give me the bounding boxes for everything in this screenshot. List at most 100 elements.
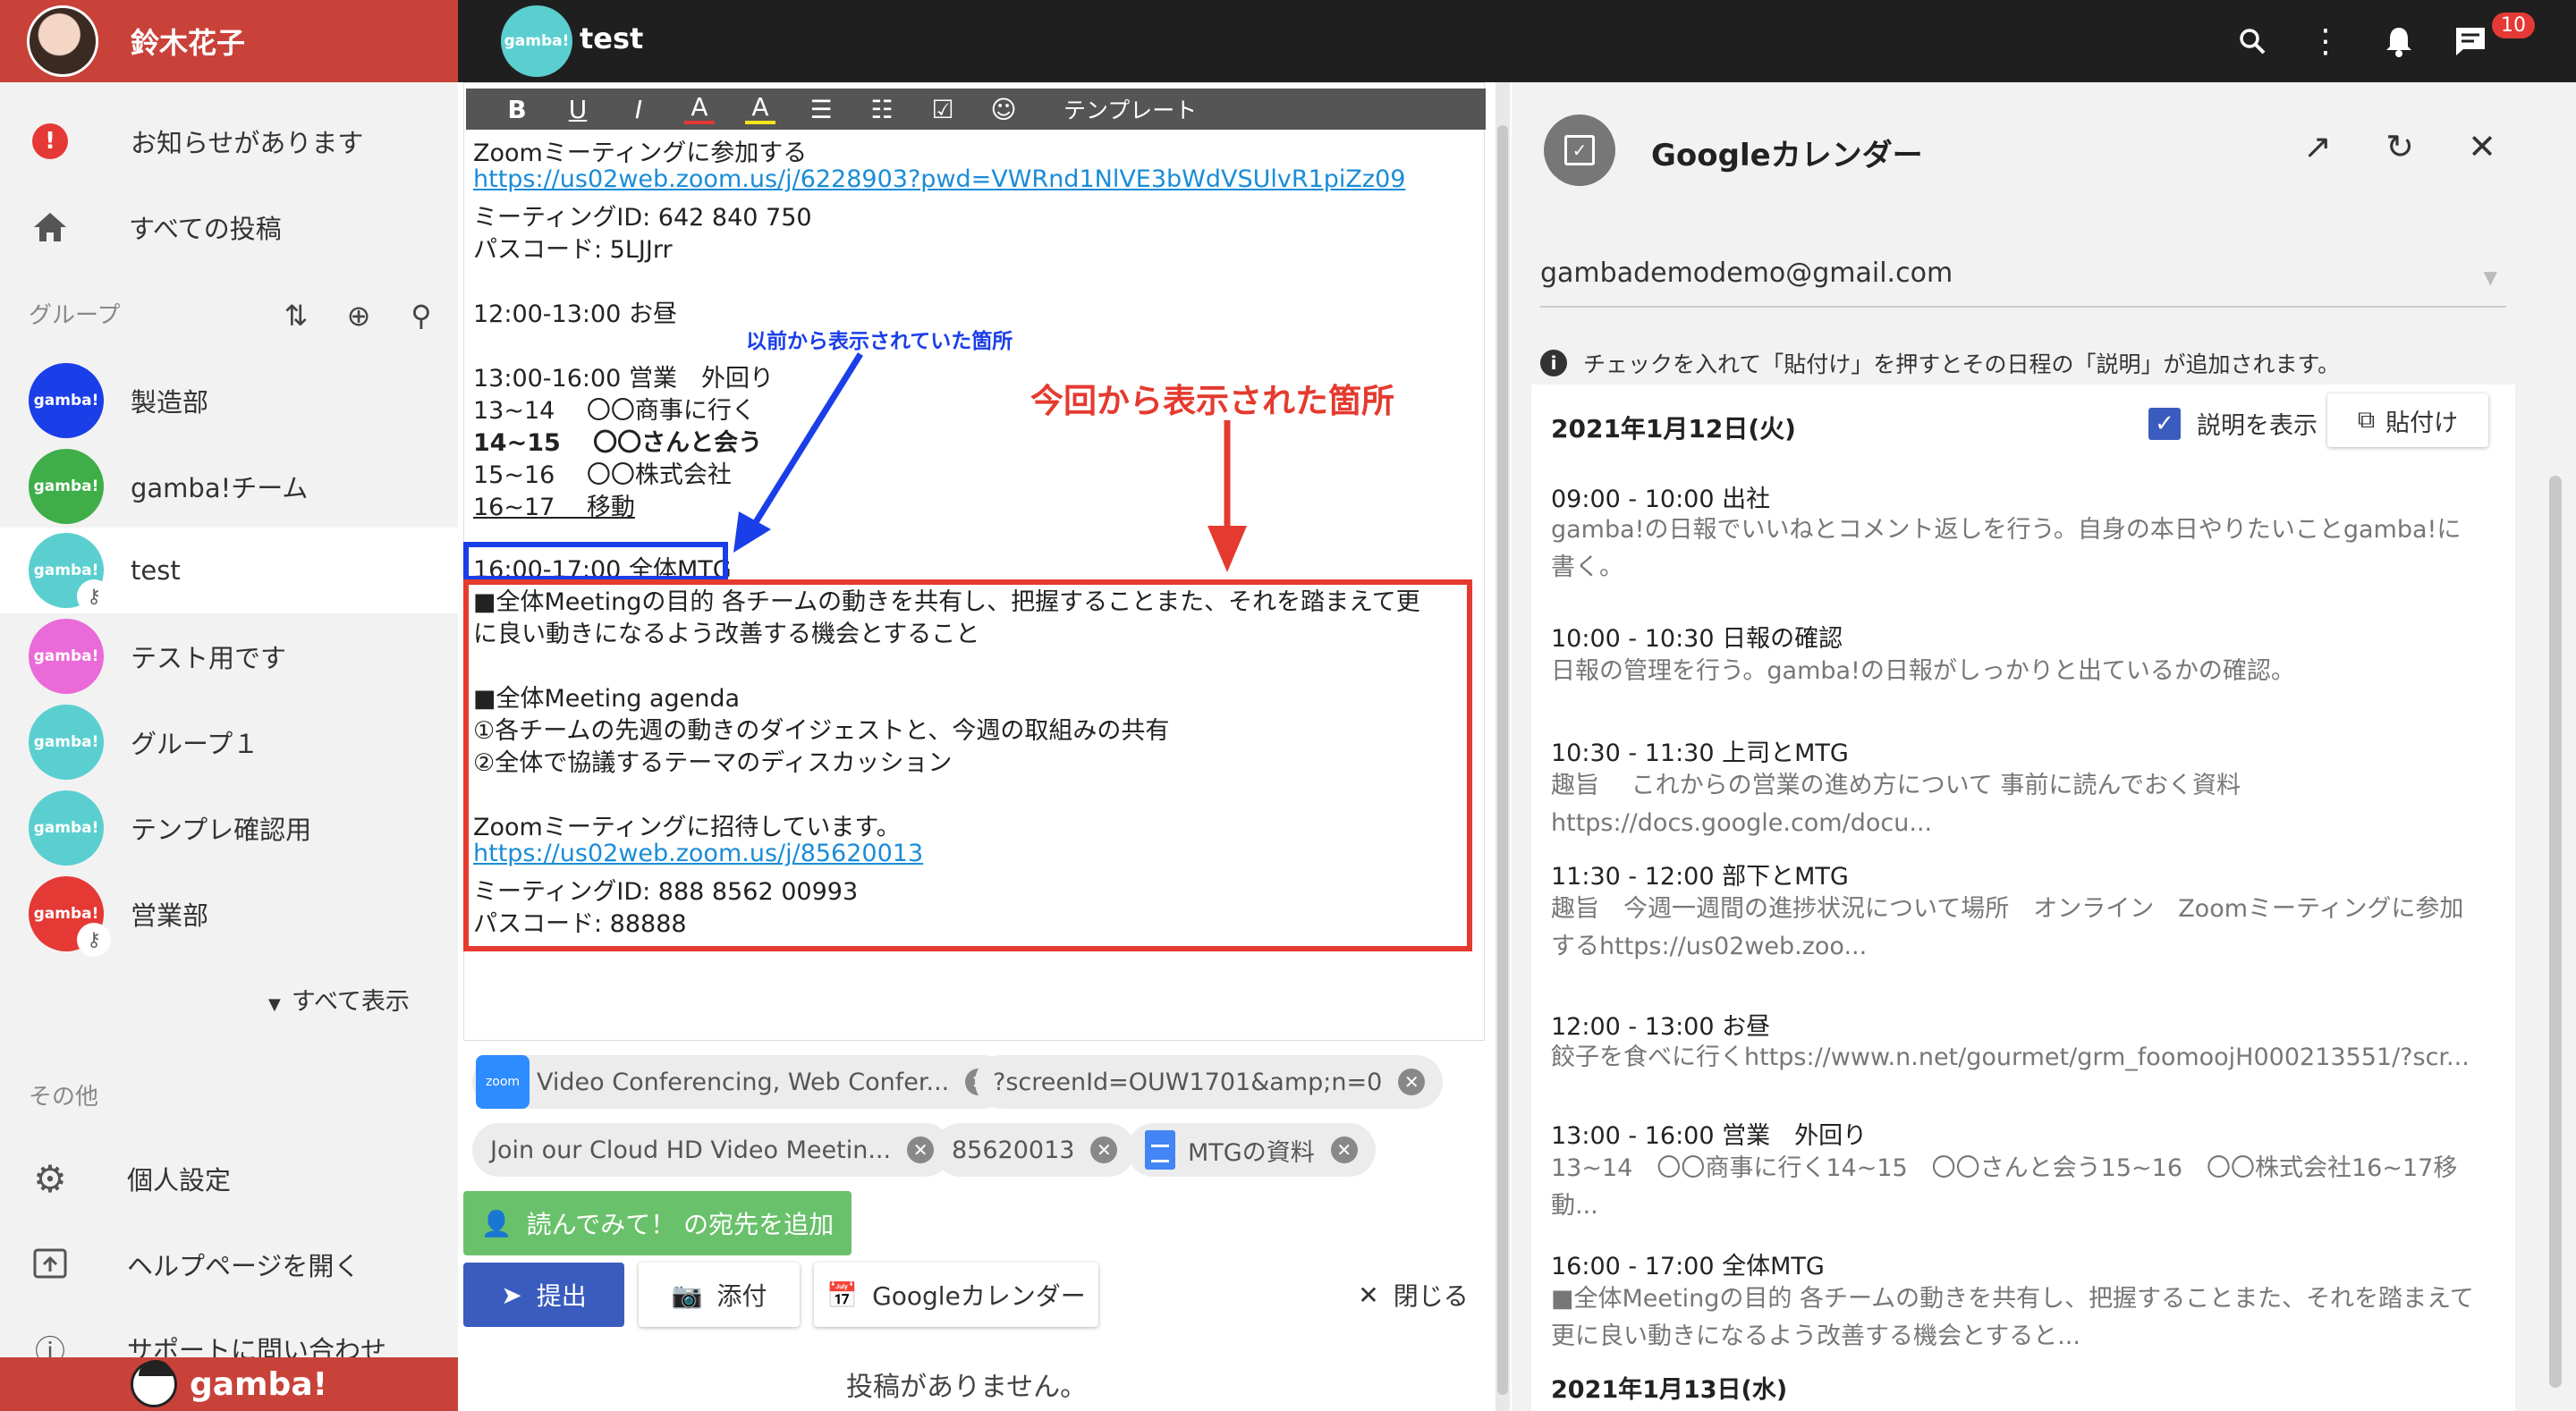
checkbox-icon[interactable]: ☑ [928, 95, 958, 124]
event-description: 餃子を食べに行くhttps://www.n.net/gourmet/grm_fo… [1551, 1043, 2470, 1071]
group-avatar: gamba! [29, 790, 104, 866]
emoji-icon[interactable]: ☺ [988, 95, 1019, 124]
account-select[interactable]: gambademodemo@gmail.com ▼ [1540, 258, 2506, 308]
group-label: 営業部 [131, 900, 209, 931]
sidebar-group-item[interactable]: gamba! テンプレ確認用 [0, 785, 458, 871]
user-header[interactable]: 鈴木花子 [0, 0, 458, 82]
zoom-icon: zoom [476, 1055, 530, 1109]
notification-count-badge: 10 [2492, 13, 2535, 38]
open-in-new-icon[interactable]: ↗ [2295, 127, 2340, 166]
sidebar-item-all-posts[interactable]: すべての投稿 [0, 184, 458, 270]
key-icon: ⚷ [77, 579, 111, 613]
attachment-chip[interactable]: ?screenId=OUW1701&amp;n=0 ✕ [975, 1055, 1444, 1109]
bullet-list-icon[interactable]: ☰ [806, 95, 836, 124]
brand-name: gamba! [189, 1365, 328, 1403]
sidebar-item-notice[interactable]: ! お知らせがあります [0, 98, 458, 184]
bell-icon[interactable] [2377, 20, 2420, 63]
gamba-logo-icon [130, 1360, 177, 1407]
sidebar-group-item[interactable]: gamba! ⚷ 営業部 [0, 871, 458, 957]
annotation-new: 今回から表示された箇所 [1030, 382, 1394, 420]
remove-chip-icon[interactable]: ✕ [907, 1136, 935, 1163]
search-icon[interactable] [2231, 20, 2274, 63]
editor-line: 13~14 〇〇商事に行く [473, 397, 756, 425]
sidebar-group-item[interactable]: gamba! テスト用です [0, 613, 458, 699]
user-avatar[interactable] [27, 5, 98, 77]
paste-button[interactable]: ⧉ 貼付け [2327, 393, 2488, 447]
caret-down-icon: ▼ [268, 995, 281, 1014]
calendar-panel-header: ✓ Googleカレンダー ↗ ↻ ✕ [1512, 82, 2576, 216]
google-calendar-button[interactable]: 📅 Googleカレンダー [814, 1263, 1098, 1327]
sidebar-item-settings[interactable]: ⚙ 個人設定 [0, 1136, 458, 1221]
attachment-chip[interactable]: Join our Cloud HD Video Meetin... ✕ [472, 1123, 953, 1177]
sidebar-group-item-active[interactable]: gamba! ⚷ test [0, 528, 458, 613]
italic-button[interactable]: I [623, 95, 654, 124]
more-vert-icon[interactable]: ⋮ [2304, 20, 2347, 63]
remove-chip-icon[interactable]: ✕ [1398, 1069, 1426, 1095]
editor-line: パスコード: 5LJJrr [473, 236, 673, 264]
calendar-scrollbar[interactable] [2549, 207, 2562, 1406]
sidebar-group-item[interactable]: gamba! gamba!チーム [0, 444, 458, 529]
sidebar-group-item[interactable]: gamba! グループ１ [0, 699, 458, 785]
current-group-avatar: gamba! [501, 5, 572, 77]
refresh-icon[interactable]: ↻ [2377, 127, 2422, 166]
add-recipient-button[interactable]: 👤 読んでみて！ の宛先を追加 [463, 1191, 852, 1255]
group-label: test [131, 555, 181, 586]
event-description: 趣旨 今週一週間の進捗状況について場所 オンライン Zoomミーティングに参加す… [1551, 895, 2464, 960]
close-icon[interactable]: ✕ [2460, 127, 2504, 166]
group-label: gamba!チーム [131, 473, 309, 503]
sort-icon[interactable]: ⇅ [277, 299, 315, 333]
attachment-chip[interactable]: MTGの資料 ✕ [1127, 1123, 1376, 1177]
template-button[interactable]: テンプレート [1063, 93, 1197, 125]
home-icon [30, 207, 70, 247]
editor-line: Zoomミーティングに参加する [473, 139, 808, 167]
empty-posts-message: 投稿がありません。 [846, 1372, 1088, 1403]
attachment-chip[interactable]: 85620013 ✕ [934, 1123, 1136, 1177]
show-all-link[interactable]: ▼ すべて表示 [268, 982, 410, 1017]
add-group-icon[interactable]: ⊕ [340, 299, 377, 333]
sidebar-item-label: すべての投稿 [129, 214, 282, 244]
previous-content-highlight [463, 542, 728, 581]
scrollbar-thumb[interactable] [2549, 476, 2562, 1388]
editor-link[interactable]: https://us02web.zoom.us/j/6228903?pwd=VW… [473, 165, 1405, 193]
text-color-button[interactable]: A [684, 94, 715, 124]
remove-chip-icon[interactable]: ✕ [1090, 1136, 1118, 1163]
numbered-list-icon[interactable]: ☷ [867, 95, 897, 124]
google-calendar-panel: ✓ Googleカレンダー ↗ ↻ ✕ gambademodemo@gmail.… [1512, 82, 2576, 1411]
scrollbar-thumb[interactable] [1497, 125, 1508, 1395]
close-icon: ✕ [1358, 1280, 1379, 1310]
sidebar-item-help[interactable]: ヘルプページを開く [0, 1221, 458, 1307]
checkbox-checked-icon[interactable]: ✓ [2148, 407, 2181, 440]
chat-icon[interactable] [2449, 20, 2492, 63]
remove-chip-icon[interactable]: ✕ [1330, 1136, 1358, 1163]
event-title: 16:00 - 17:00 全体MTG [1551, 1253, 1825, 1280]
calendar-info: i チェックを入れて「貼付け」を押すとその日程の「説明」が追加されます。 [1540, 347, 2340, 379]
event-description: gamba!の日報でいいねとコメント返しを行う。自身の本日やりたいことgamba… [1551, 516, 2462, 581]
sidebar-item-label: ヘルプページを開く [127, 1251, 360, 1281]
send-icon: ➤ [501, 1280, 522, 1310]
group-avatar: gamba! [29, 705, 104, 780]
search-icon[interactable]: ⚲ [402, 299, 440, 333]
close-button[interactable]: ✕ 閉じる [1342, 1263, 1485, 1327]
group-avatar: gamba! [29, 619, 104, 694]
underline-button[interactable]: U [563, 95, 593, 124]
submit-button[interactable]: ➤ 提出 [463, 1263, 624, 1327]
group-avatar: gamba! ⚷ [29, 533, 111, 613]
event-title: 12:00 - 13:00 お昼 [1551, 1013, 1771, 1041]
sidebar-group-item[interactable]: gamba! 製造部 [0, 358, 458, 444]
group-label: テスト用です [131, 643, 287, 673]
current-group-title: test [580, 21, 644, 55]
highlight-button[interactable]: A [745, 94, 775, 124]
event-description: 趣旨 これからの営業の進め方について 事前に読んでおく資料https://doc… [1551, 772, 2241, 837]
attach-button[interactable]: 📷 添付 [639, 1263, 800, 1327]
show-description-checkbox[interactable]: ✓ 説明を表示 [2148, 406, 2318, 441]
group-label: テンプレ確認用 [131, 815, 312, 845]
sidebar-item-label: お知らせがあります [131, 128, 364, 158]
event-date: 2021年1月13日(水) [1551, 1376, 1788, 1404]
group-avatar: gamba! [29, 363, 104, 438]
attachment-chip[interactable]: zoom Video Conferencing, Web Confer... ✕ [472, 1055, 1011, 1109]
calendar-icon: 📅 [826, 1280, 859, 1310]
panel-scrollbar[interactable] [1496, 82, 1510, 1411]
top-bar: gamba! test ⋮ 10 [458, 0, 2576, 82]
bold-button[interactable]: B [502, 95, 532, 124]
event-title: 10:00 - 10:30 日報の確認 [1551, 625, 1843, 653]
